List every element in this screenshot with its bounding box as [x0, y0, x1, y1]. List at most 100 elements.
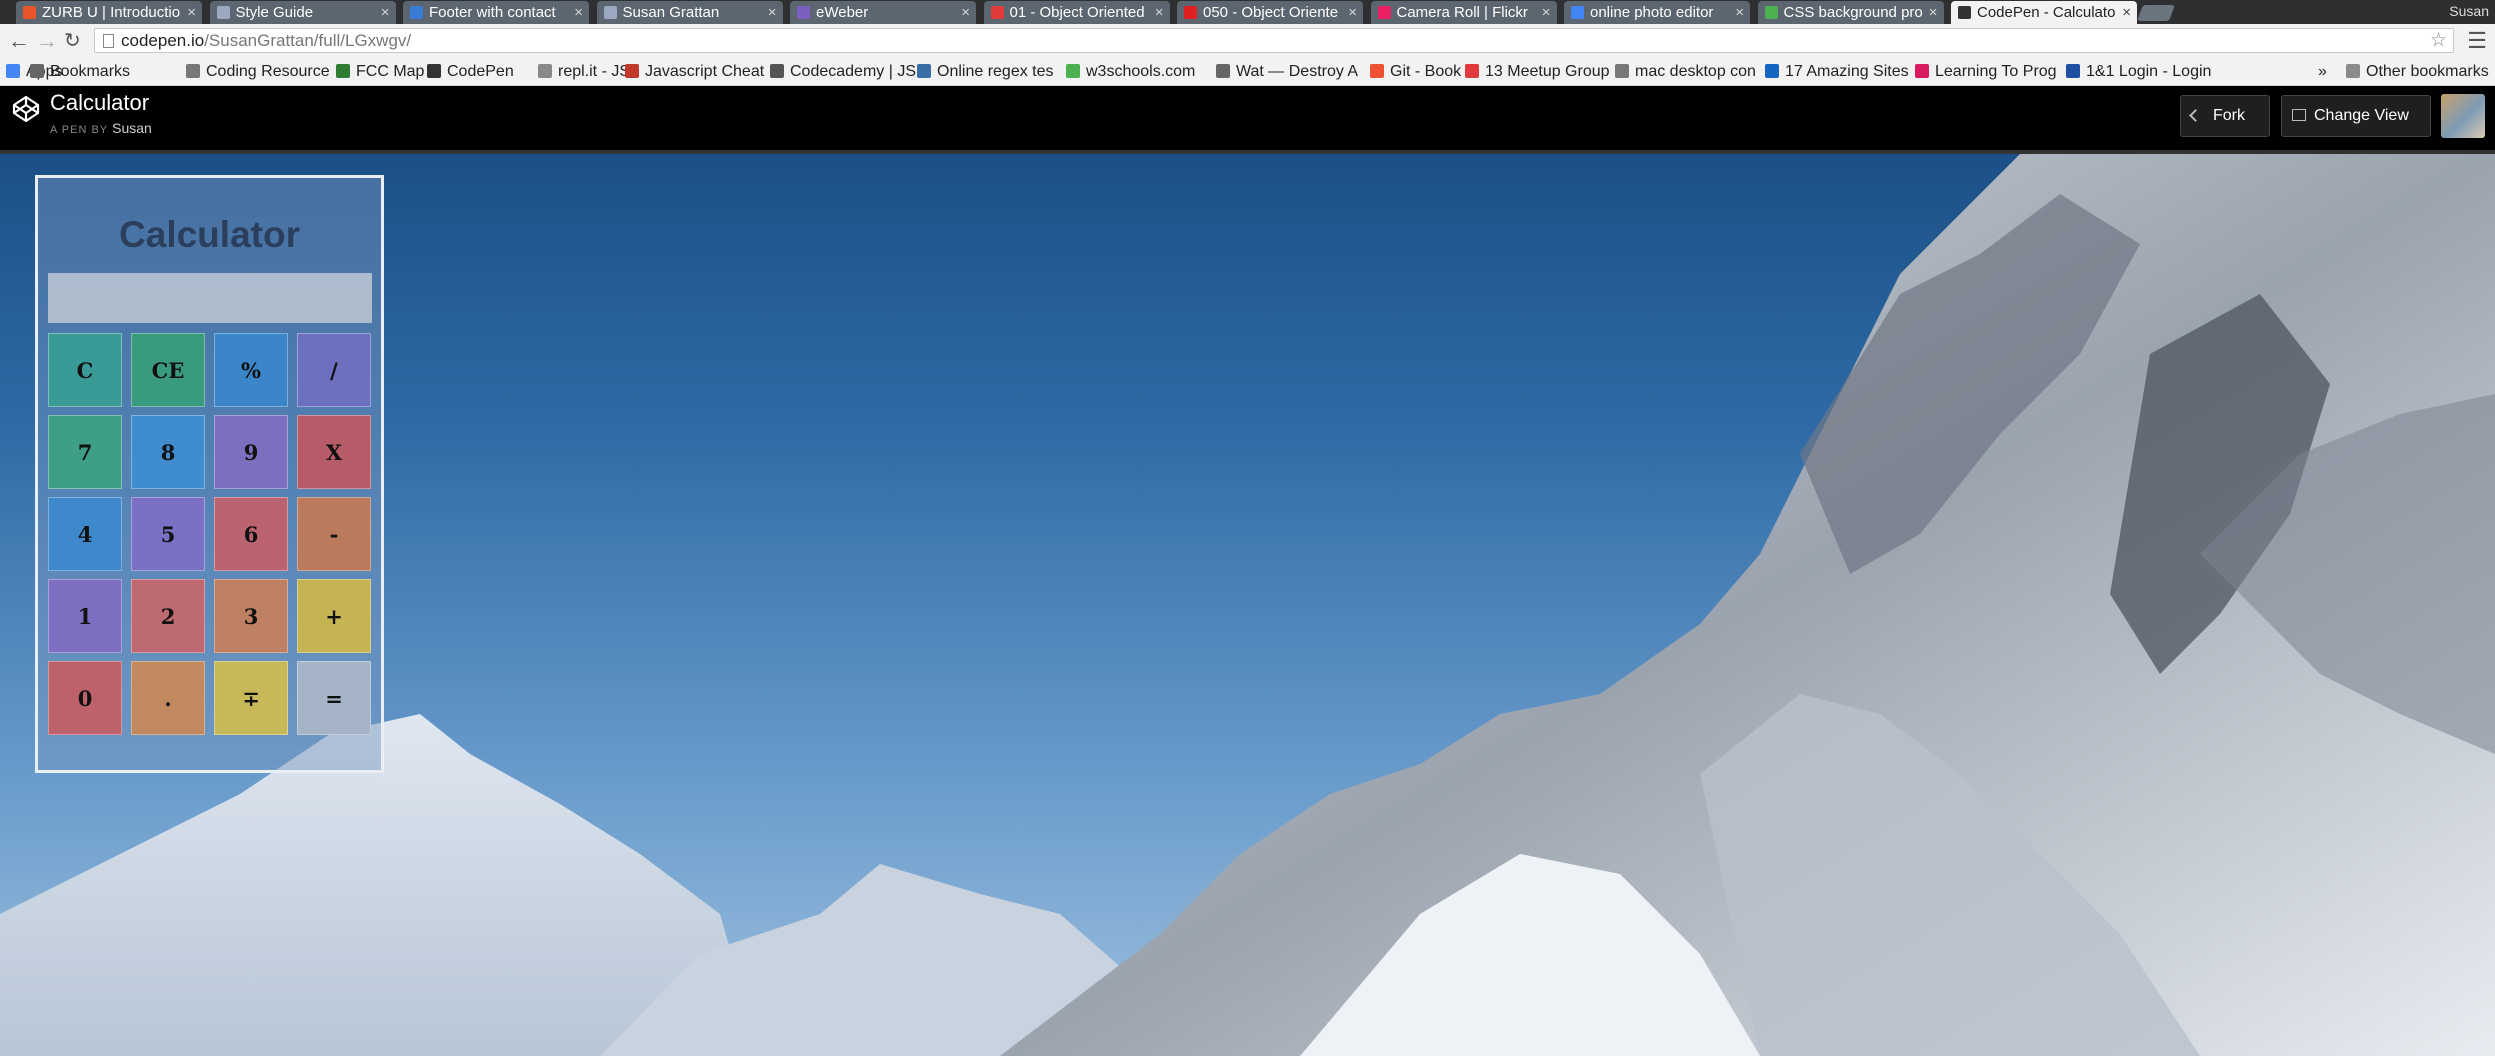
calculator-key[interactable]: %: [214, 333, 288, 407]
bookmark-item[interactable]: 1&1 Login - Login: [2066, 62, 2211, 82]
tab-close-icon[interactable]: ×: [1929, 1, 1938, 24]
bookmark-item[interactable]: Git - Book: [1370, 62, 1461, 82]
bookmark-item[interactable]: repl.it - JS: [538, 62, 630, 82]
bookmark-favicon-icon: [1370, 64, 1384, 78]
tab-close-icon[interactable]: ×: [1542, 1, 1551, 24]
calculator-key[interactable]: 6: [214, 497, 288, 571]
browser-tab[interactable]: 01 - Object Oriented ×: [983, 1, 1170, 24]
tab-label: 050 - Object Oriente: [1203, 4, 1339, 21]
browser-menu-icon[interactable]: ☰: [2467, 28, 2487, 54]
bookmark-item[interactable]: Codecademy | JS: [770, 62, 916, 82]
browser-tab[interactable]: ZURB U | Introductio ×: [16, 1, 202, 24]
tab-label: 01 - Object Oriented: [1009, 4, 1145, 21]
browser-tab[interactable]: Susan Grattan ×: [596, 1, 783, 24]
bookmark-star-icon[interactable]: ☆: [2430, 29, 2447, 52]
bookmark-label: 17 Amazing Sites: [1785, 63, 1909, 80]
tab-label: eWeber: [816, 4, 869, 21]
calculator-key[interactable]: =: [297, 661, 371, 735]
fork-label: Fork: [2213, 107, 2245, 124]
other-bookmarks-folder[interactable]: Other bookmarks: [2346, 62, 2489, 82]
author-link[interactable]: Susan: [112, 120, 152, 136]
browser-tab[interactable]: Style Guide ×: [209, 1, 396, 24]
tab-close-icon[interactable]: ×: [1155, 1, 1164, 24]
calculator-key[interactable]: 4: [48, 497, 122, 571]
bookmark-label: mac desktop con: [1635, 63, 1756, 80]
change-view-button[interactable]: Change View: [2281, 95, 2431, 137]
tab-favicon-icon: [1377, 6, 1391, 19]
browser-tab[interactable]: Footer with contact ×: [403, 1, 589, 24]
bookmark-item[interactable]: Online regex tes: [917, 62, 1054, 82]
calculator-key[interactable]: .: [131, 661, 205, 735]
bookmark-item[interactable]: mac desktop con: [1615, 62, 1756, 82]
calculator-key[interactable]: +: [297, 579, 371, 653]
calculator-key[interactable]: 3: [214, 579, 288, 653]
fork-button[interactable]: Fork: [2180, 95, 2270, 137]
calculator-key[interactable]: 9: [214, 415, 288, 489]
bookmark-favicon-icon: [1465, 64, 1479, 78]
tab-close-icon[interactable]: ×: [2122, 1, 2131, 24]
bookmark-label: Coding Resource: [206, 63, 330, 80]
tab-close-icon[interactable]: ×: [381, 1, 390, 24]
bookmark-item[interactable]: Wat — Destroy A: [1216, 62, 1358, 82]
calculator-key[interactable]: ∓: [214, 661, 288, 735]
bookmark-item[interactable]: 13 Meetup Group: [1465, 62, 1610, 82]
bookmark-item[interactable]: Coding Resource: [186, 62, 330, 82]
tab-close-icon[interactable]: ×: [187, 1, 196, 24]
calculator-key[interactable]: 2: [131, 579, 205, 653]
calculator-key[interactable]: 0: [48, 661, 122, 735]
browser-tab[interactable]: eWeber ×: [790, 1, 976, 24]
calculator-key[interactable]: 8: [131, 415, 205, 489]
bookmark-item[interactable]: FCC Map: [336, 62, 424, 82]
bookmark-label: Git - Book: [1390, 63, 1462, 80]
tab-favicon-icon: [1958, 6, 1971, 19]
calculator-key[interactable]: /: [297, 333, 371, 407]
bookmark-item[interactable]: w3schools.com: [1066, 62, 1195, 82]
calculator-key[interactable]: CE: [131, 333, 205, 407]
bookmark-item[interactable]: Javascript Cheat: [625, 62, 764, 82]
bookmark-favicon-icon: [538, 64, 552, 78]
avatar[interactable]: [2441, 94, 2485, 138]
tab-label: CodePen - Calculato: [1977, 4, 2116, 21]
tab-close-icon[interactable]: ×: [768, 1, 777, 24]
tab-favicon-icon: [990, 6, 1004, 19]
bookmark-favicon-icon: [1915, 64, 1929, 78]
bookmark-label: CodePen: [447, 63, 514, 80]
tab-close-icon[interactable]: ×: [961, 1, 970, 24]
new-tab-button[interactable]: [2137, 5, 2175, 21]
browser-tab[interactable]: CSS background pro ×: [1757, 1, 1944, 24]
forward-icon[interactable]: →: [36, 28, 58, 54]
bookmark-favicon-icon: [6, 64, 20, 78]
bookmark-label: 1&1 Login - Login: [2086, 63, 2212, 80]
bookmark-item[interactable]: 17 Amazing Sites: [1765, 62, 1909, 82]
calculator-key[interactable]: X: [297, 415, 371, 489]
bookmark-label: 13 Meetup Group: [1485, 63, 1610, 80]
browser-tab[interactable]: online photo editor ×: [1564, 1, 1750, 24]
calculator-key[interactable]: C: [48, 333, 122, 407]
browser-tab-strip: ZURB U | Introductio × Style Guide × Footer …: [0, 0, 2495, 24]
reload-icon[interactable]: ↻: [64, 28, 81, 54]
back-icon[interactable]: ←: [8, 28, 30, 54]
tab-close-icon[interactable]: ×: [1348, 1, 1357, 24]
bookmark-item[interactable]: Bookmarks: [30, 62, 130, 82]
tab-label: online photo editor: [1590, 4, 1714, 21]
browser-tab[interactable]: CodePen - Calculato ×: [1951, 1, 2137, 24]
calculator-key[interactable]: 5: [131, 497, 205, 571]
calculator-key[interactable]: 1: [48, 579, 122, 653]
browser-tab[interactable]: Camera Roll | Flickr ×: [1370, 1, 1557, 24]
bookmark-favicon-icon: [1615, 64, 1629, 78]
codepen-logo-icon[interactable]: [12, 95, 40, 123]
browser-tab[interactable]: 050 - Object Oriente ×: [1177, 1, 1363, 24]
calculator-key[interactable]: 7: [48, 415, 122, 489]
profile-name[interactable]: Susan: [2449, 0, 2489, 22]
url-input[interactable]: codepen.io/SusanGrattan/full/LGxwgv/ ☆: [94, 28, 2454, 53]
bookmark-item[interactable]: CodePen: [427, 62, 514, 82]
more-bookmarks-chevron-icon[interactable]: »: [2318, 62, 2327, 82]
tab-close-icon[interactable]: ×: [1735, 1, 1744, 24]
tab-close-icon[interactable]: ×: [574, 1, 583, 24]
page-icon: [103, 34, 114, 48]
calculator-key[interactable]: -: [297, 497, 371, 571]
other-bookmarks-label: Other bookmarks: [2366, 63, 2489, 80]
bookmark-label: w3schools.com: [1086, 63, 1196, 80]
bookmark-label: FCC Map: [356, 63, 425, 80]
bookmark-item[interactable]: Learning To Prog: [1915, 62, 2057, 82]
